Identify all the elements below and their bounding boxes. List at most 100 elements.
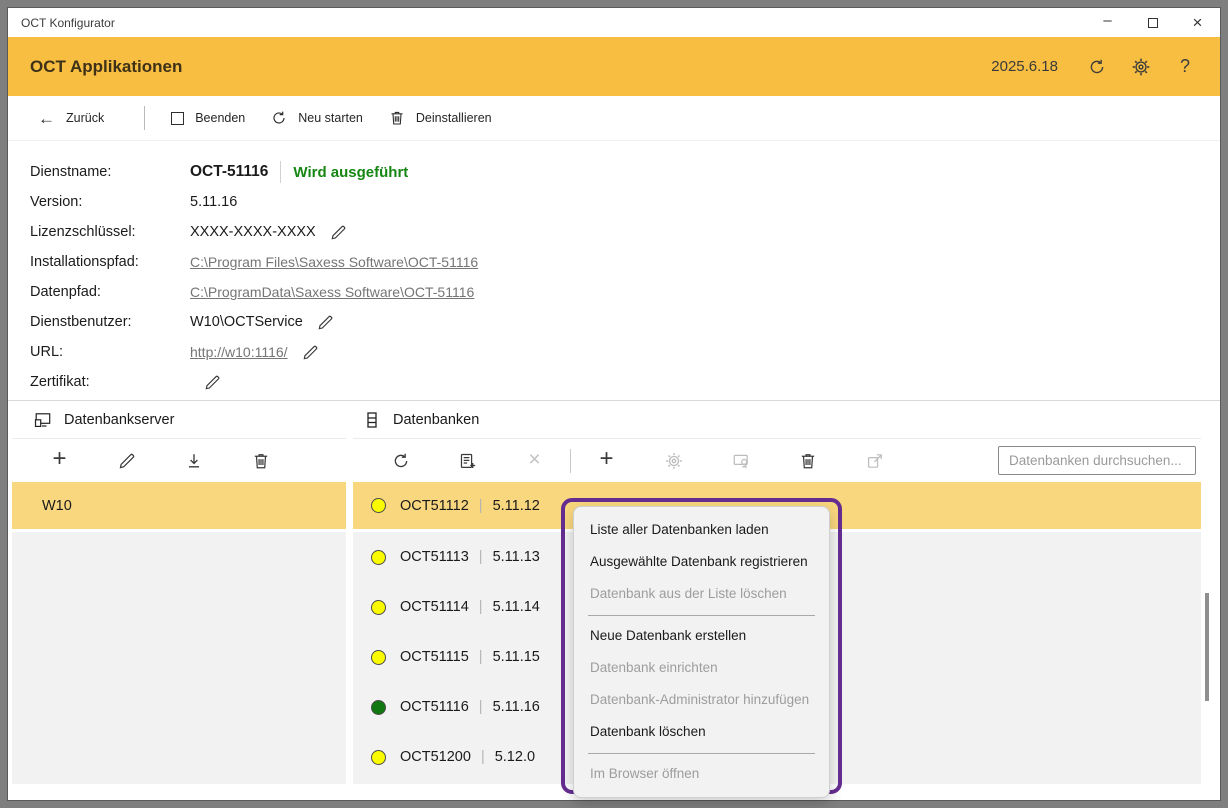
create-database-button[interactable]: + [573, 450, 640, 471]
menu-item[interactable]: Ausgewählte Datenbank registrieren [574, 546, 829, 578]
delete-database-button[interactable] [774, 452, 841, 470]
help-button[interactable]: ? [1176, 58, 1194, 76]
detail-value-text: XXXX-XXXX-XXXX [190, 224, 316, 240]
gear-icon [1132, 58, 1150, 76]
detail-link[interactable]: C:\Program Files\Saxess Software\OCT-511… [190, 254, 478, 270]
db-divider: | [479, 599, 483, 615]
reload-databases-button[interactable] [367, 452, 434, 470]
add-server-button[interactable]: + [26, 450, 93, 471]
edit-server-button[interactable] [93, 452, 160, 470]
register-list-icon [459, 452, 477, 470]
menu-separator [588, 753, 815, 754]
add-database-admin-button[interactable] [707, 452, 774, 470]
download-server-button[interactable] [160, 452, 227, 470]
detail-link[interactable]: C:\ProgramData\Saxess Software\OCT-51116 [190, 284, 474, 300]
setup-database-button[interactable] [640, 452, 707, 470]
edit-pencil-icon [204, 374, 221, 391]
db-version: 5.11.12 [493, 498, 540, 514]
back-arrow-icon: ← [38, 110, 55, 127]
open-in-browser-button[interactable] [841, 452, 908, 470]
detail-row-4: Datenpfad:C:\ProgramData\Saxess Software… [30, 277, 1220, 307]
servers-toolbar: + [12, 438, 346, 482]
detail-value: C:\ProgramData\Saxess Software\OCT-51116 [190, 284, 474, 300]
detail-link[interactable]: http://w10:1116/ [190, 344, 288, 360]
db-name: OCT51116 [400, 699, 469, 715]
stop-service-button[interactable]: Beenden [171, 111, 245, 125]
delete-icon [252, 452, 270, 470]
db-status-dot [371, 498, 386, 513]
setup-gear-icon [665, 452, 683, 470]
edit-pencil-icon [330, 224, 347, 241]
detail-value: C:\Program Files\Saxess Software\OCT-511… [190, 254, 478, 270]
detail-label: Version: [30, 194, 190, 210]
database-icon [363, 411, 381, 429]
menu-item[interactable]: Datenbank löschen [574, 716, 829, 748]
detail-value-text: 5.11.16 [190, 194, 237, 210]
delete-server-button[interactable] [227, 452, 294, 470]
download-icon [185, 452, 203, 470]
server-list-item[interactable]: W10 [12, 482, 346, 532]
databases-panel-title: Datenbanken [393, 412, 479, 428]
detail-row-1: Version:5.11.16 [30, 187, 1220, 217]
db-divider: | [479, 699, 483, 715]
detail-value: OCT-51116Wird ausgeführt [190, 161, 408, 183]
edit-button[interactable] [302, 344, 319, 361]
detail-label: URL: [30, 344, 190, 360]
menu-item[interactable]: Liste aller Datenbanken laden [574, 514, 829, 546]
servers-panel-header: Datenbankserver [12, 401, 346, 438]
titlebar: OCT Konfigurator – × [8, 8, 1220, 37]
db-status-dot [371, 650, 386, 665]
databases-toolbar-divider [570, 449, 571, 473]
db-version: 5.11.14 [493, 599, 540, 615]
refresh-button[interactable] [1088, 58, 1106, 76]
detail-row-6: URL:http://w10:1116/ [30, 337, 1220, 367]
db-status-dot [371, 550, 386, 565]
server-list: W10 [12, 482, 346, 784]
detail-label: Zertifikat: [30, 374, 190, 390]
db-name: OCT51115 [400, 649, 469, 665]
db-divider: | [479, 649, 483, 665]
status-divider [280, 161, 281, 183]
maximize-icon [1148, 18, 1158, 28]
restart-service-button[interactable]: Neu starten [271, 110, 363, 126]
open-browser-icon [866, 452, 884, 470]
detail-label: Dienstname: [30, 164, 190, 180]
db-name: OCT51112 [400, 498, 469, 514]
uninstall-button[interactable]: Deinstallieren [389, 110, 492, 126]
db-version: 5.11.13 [493, 549, 540, 565]
register-database-button[interactable] [434, 452, 501, 470]
admin-badge-icon [732, 452, 750, 470]
window-controls: – × [1085, 8, 1220, 37]
app-header: OCT Applikationen 2025.6.18 ? [8, 37, 1220, 96]
maximize-button[interactable] [1130, 8, 1175, 37]
edit-icon [118, 452, 136, 470]
settings-button[interactable] [1132, 58, 1150, 76]
menu-item[interactable]: Neue Datenbank erstellen [574, 620, 829, 652]
detail-row-7: Zertifikat: [30, 367, 1220, 397]
db-status-dot [371, 750, 386, 765]
add-icon: + [599, 447, 613, 471]
detail-value: W10\OCTService [190, 314, 334, 331]
minimize-icon: – [1103, 13, 1111, 28]
minimize-button[interactable]: – [1085, 8, 1130, 37]
menu-item: Datenbank aus der Liste löschen [574, 578, 829, 610]
help-icon: ? [1180, 56, 1190, 77]
restart-label: Neu starten [298, 111, 363, 125]
detail-label: Datenpfad: [30, 284, 190, 300]
databases-toolbar: × + [353, 438, 1201, 482]
db-status-dot [371, 600, 386, 615]
edit-button[interactable] [317, 314, 334, 331]
edit-button[interactable] [204, 374, 221, 391]
search-input[interactable] [998, 446, 1196, 475]
close-button[interactable]: × [1175, 8, 1220, 37]
trash-icon [389, 110, 405, 126]
db-version: 5.12.0 [495, 749, 535, 765]
cancel-button[interactable]: × [501, 451, 568, 470]
edit-button[interactable] [330, 224, 347, 241]
menu-separator [588, 615, 815, 616]
edit-pencil-icon [317, 314, 334, 331]
scrollbar-thumb[interactable] [1205, 593, 1209, 701]
toolbar-divider [144, 106, 145, 130]
detail-value-text: OCT-51116 [190, 163, 268, 181]
back-button[interactable]: ← Zurück [38, 110, 104, 127]
